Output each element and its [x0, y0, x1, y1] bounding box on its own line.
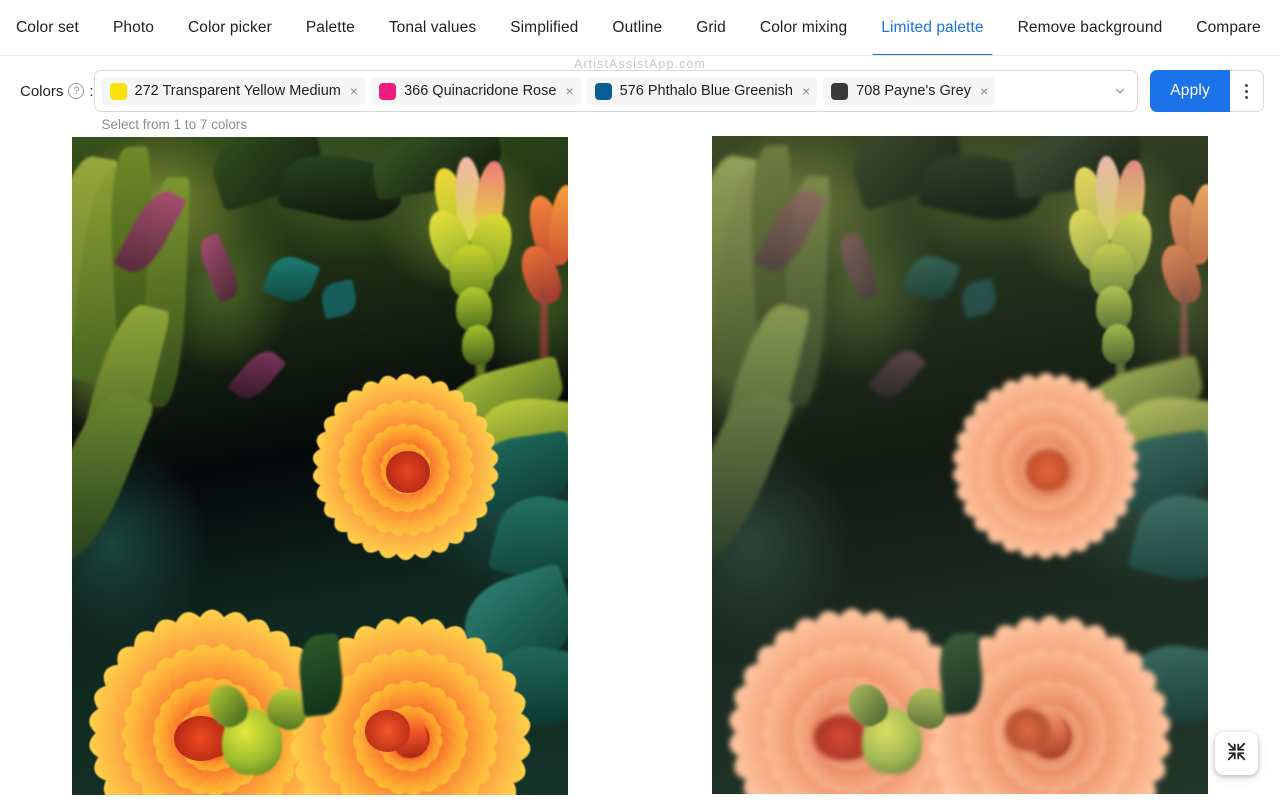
color-swatch — [379, 82, 397, 100]
color-chip-label: 366 Quinacridone Rose — [404, 83, 557, 99]
tab-grid[interactable]: Grid — [679, 0, 743, 55]
flower-core — [1004, 709, 1050, 752]
color-chip-label: 708 Payne's Grey — [856, 83, 971, 99]
help-circle-icon[interactable]: ? — [68, 83, 85, 99]
color-chip-label: 576 Phthalo Blue Greenish — [619, 83, 793, 99]
chevron-down-icon[interactable] — [1109, 84, 1131, 98]
tab-label: Palette — [305, 19, 355, 36]
color-chip[interactable]: 366 Quinacridone Rose × — [371, 77, 581, 105]
close-icon[interactable]: × — [564, 84, 573, 98]
dahlia-flower — [308, 371, 504, 565]
kebab-dot — [1245, 95, 1248, 99]
flower-core — [364, 710, 410, 753]
flower-core — [1026, 450, 1070, 492]
color-chip[interactable]: 708 Payne's Grey × — [823, 77, 996, 105]
kebab-dot — [1245, 89, 1248, 93]
color-swatch — [831, 82, 849, 100]
tab-label: Grid — [696, 19, 726, 36]
colors-toolbar: Colors ? : 272 Transparent Yellow Medium… — [0, 70, 1280, 132]
tab-color-set[interactable]: Color set — [0, 0, 96, 55]
tab-color-mixing[interactable]: Color mixing — [743, 0, 864, 55]
tab-outline[interactable]: Outline — [595, 0, 679, 55]
colors-label: Colors — [20, 82, 64, 100]
colors-control-column: 272 Transparent Yellow Medium × 366 Quinac… — [93, 70, 1264, 132]
flower-bud — [1102, 324, 1134, 364]
close-icon[interactable]: × — [801, 84, 810, 98]
limited-palette-result-image[interactable] — [72, 137, 568, 795]
colors-hint: Select from 1 to 7 colors — [101, 117, 248, 132]
tab-color-picker[interactable]: Color picker — [171, 0, 289, 55]
tab-label: Compare — [1196, 19, 1261, 36]
tab-remove-background[interactable]: Remove background — [1001, 0, 1180, 55]
tab-palette[interactable]: Palette — [289, 0, 372, 55]
close-icon[interactable]: × — [349, 84, 358, 98]
main-tab-bar: Color set Photo Color picker Palette Tonal v… — [0, 0, 1280, 56]
collapse-fullscreen-icon — [1226, 741, 1247, 767]
image-comparison-stage — [0, 136, 1280, 800]
tab-compare[interactable]: Compare — [1179, 0, 1277, 55]
color-swatch — [109, 82, 127, 100]
tab-label: Remove background — [1017, 19, 1163, 36]
tab-tonal-values[interactable]: Tonal values — [372, 0, 493, 55]
tab-label: Limited palette — [881, 19, 984, 36]
original-photo-image[interactable] — [712, 136, 1208, 794]
tab-label: Tonal values — [388, 19, 477, 36]
tab-label: Color set — [16, 19, 79, 36]
color-chip[interactable]: 576 Phthalo Blue Greenish × — [586, 77, 818, 105]
flower-core — [386, 451, 430, 493]
flower-bud — [462, 325, 494, 365]
apply-button[interactable]: Apply — [1150, 70, 1230, 112]
color-chip[interactable]: 272 Transparent Yellow Medium × — [101, 77, 366, 105]
colors-multiselect[interactable]: 272 Transparent Yellow Medium × 366 Quinac… — [93, 70, 1139, 112]
tab-label: Photo — [112, 19, 154, 36]
colors-label-group: Colors ? : — [20, 70, 94, 112]
tab-simplified[interactable]: Simplified — [493, 0, 595, 55]
tab-label: Outline — [612, 19, 663, 36]
colors-select-row: 272 Transparent Yellow Medium × 366 Quinac… — [93, 70, 1264, 112]
tab-label: Color picker — [187, 19, 272, 36]
color-chip-label: 272 Transparent Yellow Medium — [134, 83, 341, 99]
tab-label: Color mixing — [759, 19, 848, 36]
close-icon[interactable]: × — [979, 84, 988, 98]
kebab-menu-icon[interactable] — [1230, 70, 1264, 112]
tab-label: Simplified — [510, 19, 579, 36]
kebab-dot — [1245, 83, 1248, 87]
color-swatch — [594, 82, 612, 100]
dahlia-flower — [948, 370, 1144, 564]
tab-photo[interactable]: Photo — [96, 0, 171, 55]
tab-limited-palette[interactable]: Limited palette — [864, 0, 1000, 55]
app-watermark: ArtistAssistApp.com — [573, 57, 707, 71]
toggle-fullscreen-button[interactable] — [1215, 732, 1258, 775]
